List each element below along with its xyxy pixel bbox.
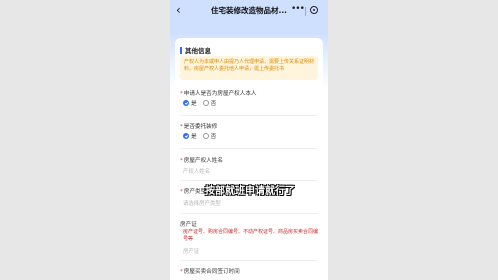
sign-time-label: *房屋买卖合同签订时间 bbox=[180, 269, 240, 275]
property-no-label: 房产证 bbox=[180, 222, 197, 228]
entrust-radio-group: 是 否 bbox=[183, 132, 222, 140]
owner-name-input[interactable]: 产权人姓名 bbox=[183, 167, 210, 175]
top-bar: ‹ 住宅装修改造物品材... ••• bbox=[170, 0, 328, 22]
entrust-yes-radio[interactable] bbox=[183, 133, 189, 139]
required-star: * bbox=[180, 158, 183, 164]
owner-name-label: *房屋产权人姓名 bbox=[180, 158, 223, 164]
divider bbox=[180, 115, 318, 116]
video-caption: 按部就班申请就行了 bbox=[205, 186, 295, 197]
property-type-label: *房产类型 bbox=[180, 189, 207, 195]
close-miniprogram-icon[interactable] bbox=[310, 6, 318, 14]
more-options-button[interactable]: ••• bbox=[291, 4, 305, 14]
owner-yes-label[interactable]: 是 bbox=[191, 99, 197, 107]
entrust-no-label[interactable]: 否 bbox=[211, 132, 217, 140]
section-title: 其他信息 bbox=[180, 45, 211, 55]
divider bbox=[180, 213, 318, 214]
divider bbox=[180, 148, 318, 149]
capsule-divider bbox=[305, 7, 306, 16]
owner-no-label[interactable]: 否 bbox=[211, 99, 217, 107]
owner-question-label: *申请人是否为房屋产权人本人 bbox=[180, 91, 257, 97]
required-star: * bbox=[180, 91, 183, 97]
section-marker bbox=[180, 46, 182, 54]
required-star: * bbox=[180, 189, 183, 195]
section-title-text: 其他信息 bbox=[185, 47, 211, 55]
owner-radio-group: 是 否 bbox=[183, 99, 222, 107]
owner-yes-radio[interactable] bbox=[183, 100, 189, 106]
property-no-input[interactable]: 房产证 bbox=[183, 247, 199, 255]
chevron-left-icon[interactable]: ‹ bbox=[176, 3, 181, 17]
entrust-question-label: *是否委托装修 bbox=[180, 124, 218, 130]
owner-no-radio[interactable] bbox=[202, 100, 209, 106]
divider bbox=[180, 260, 318, 261]
entrust-no-radio[interactable] bbox=[202, 133, 209, 139]
required-star: * bbox=[180, 269, 183, 275]
divider bbox=[180, 180, 318, 181]
property-no-hint: 房产证号、购房合同编号、不动产权证号、商品房买卖合同编号等 bbox=[183, 229, 319, 242]
required-star: * bbox=[180, 124, 183, 130]
phone-screen: ‹ 住宅装修改造物品材... ••• 其他信息 产权人为本或申人由提乃人代理申请… bbox=[170, 0, 328, 280]
property-type-select[interactable]: 请选择房产类型 bbox=[183, 199, 221, 207]
entrust-yes-label[interactable]: 是 bbox=[191, 132, 197, 140]
notice-box: 产权人为本或申人由提乃人代理申请，需要上传关系证明材料，房屋产权人委托他人申请，… bbox=[180, 56, 318, 80]
page-title: 住宅装修改造物品材... bbox=[210, 6, 288, 15]
